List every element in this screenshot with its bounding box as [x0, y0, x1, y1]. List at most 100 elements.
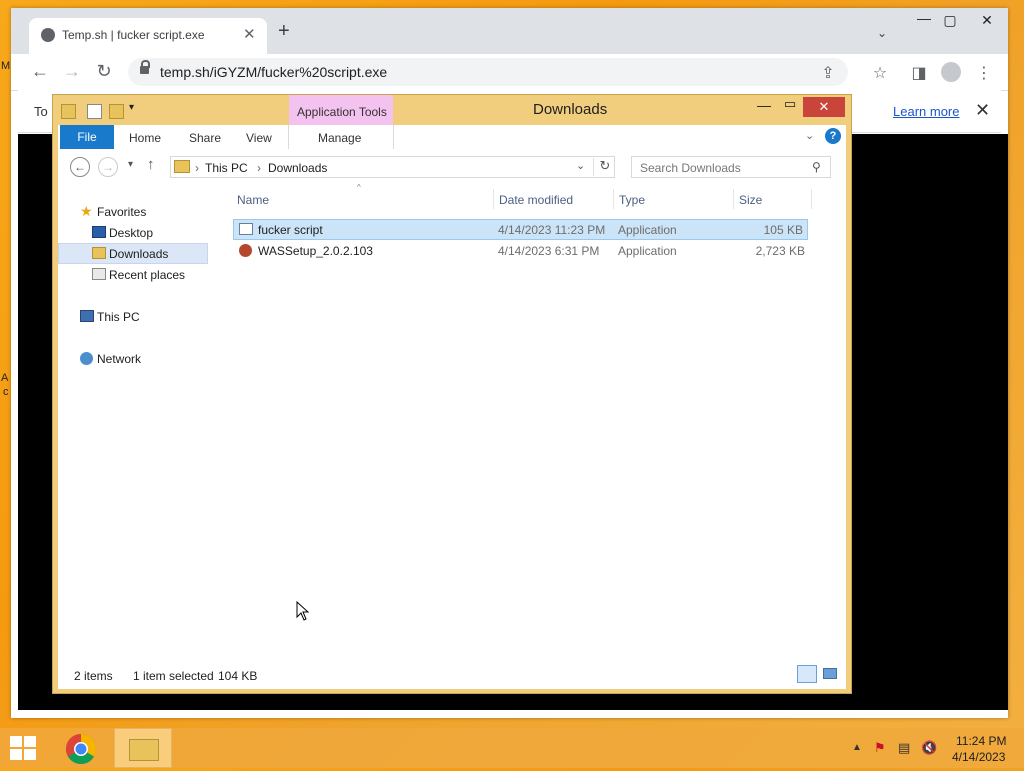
tab-strip: Temp.sh | fucker script.exe ✕ + ⌄ — ▢ ✕: [11, 8, 1008, 54]
breadcrumb-separator-icon[interactable]: ›: [257, 161, 261, 175]
file-row[interactable]: fucker script 4/14/2023 11:23 PM Applica…: [233, 219, 808, 240]
learn-more-link[interactable]: Learn more: [893, 104, 959, 119]
nav-label: Downloads: [109, 247, 169, 261]
large-icons-view-icon[interactable]: [821, 665, 839, 683]
chevron-down-icon[interactable]: ⌄: [576, 159, 585, 172]
back-icon[interactable]: ←: [70, 157, 90, 177]
maximize-button[interactable]: ▢: [935, 12, 965, 29]
close-window-button[interactable]: ✕: [803, 97, 845, 117]
quick-access-toolbar: ▾: [61, 101, 161, 121]
sort-indicator-icon: ^: [357, 183, 361, 192]
column-header-type[interactable]: Type: [619, 193, 645, 207]
clock-date[interactable]: 4/14/2023: [952, 750, 1005, 764]
lock-icon[interactable]: [140, 60, 150, 74]
reload-icon[interactable]: ↻: [93, 62, 115, 80]
details-view-icon[interactable]: [797, 665, 817, 683]
nav-label: Desktop: [109, 226, 154, 240]
help-icon[interactable]: ?: [825, 128, 841, 144]
url-text[interactable]: temp.sh/iGYZM/fucker%20script.exe: [160, 64, 387, 80]
tab-share[interactable]: Share: [189, 131, 221, 145]
nav-label: Recent places: [109, 268, 186, 282]
file-type: Application: [618, 244, 677, 258]
refresh-icon[interactable]: ↻: [593, 158, 616, 176]
tab-home[interactable]: Home: [129, 131, 161, 145]
maximize-button[interactable]: ▭: [777, 96, 803, 112]
column-divider[interactable]: [733, 189, 734, 209]
nav-network[interactable]: Network: [58, 348, 218, 369]
file-explorer-taskbar-button[interactable]: [114, 728, 172, 768]
breadcrumb-downloads[interactable]: Downloads: [268, 161, 327, 175]
globe-icon: [41, 28, 55, 42]
star-icon[interactable]: ☆: [870, 63, 890, 83]
forward-icon[interactable]: →: [61, 62, 83, 80]
window-title: Downloads: [533, 101, 608, 118]
address-bar[interactable]: temp.sh/iGYZM/fucker%20script.exe ⇪: [128, 58, 848, 86]
chrome-taskbar-button[interactable]: [58, 728, 108, 768]
folder-icon: [174, 160, 190, 173]
network-icon[interactable]: ▤: [898, 740, 910, 756]
sidebar-icon[interactable]: ◨: [909, 63, 929, 83]
nav-favorites[interactable]: ★ Favorites: [58, 201, 218, 222]
close-icon[interactable]: ✕: [243, 25, 256, 43]
close-window-button[interactable]: ✕: [969, 12, 1005, 29]
nav-desktop[interactable]: Desktop: [58, 222, 218, 243]
column-header-name[interactable]: Name: [237, 193, 269, 207]
status-selection-size: 104 KB: [218, 669, 258, 683]
new-folder-icon[interactable]: [109, 104, 124, 119]
volume-muted-icon[interactable]: 🔇: [921, 740, 937, 756]
file-list: ^ Name Date modified Type Size fucker sc…: [233, 183, 846, 657]
network-icon: [80, 352, 93, 365]
file-name: fucker script: [258, 223, 323, 237]
column-header-size[interactable]: Size: [739, 193, 762, 207]
recent-locations-icon[interactable]: ▾: [128, 159, 133, 170]
expand-ribbon-icon[interactable]: ⌄: [805, 129, 814, 142]
forward-icon[interactable]: →: [98, 157, 118, 177]
desktop-icon-label: c: [3, 386, 9, 398]
file-date: 4/14/2023 11:23 PM: [498, 223, 606, 237]
tab-manage[interactable]: Manage: [288, 125, 394, 149]
column-divider[interactable]: [613, 189, 614, 209]
clock-time[interactable]: 11:24 PM: [956, 734, 1006, 748]
tab-file[interactable]: File: [60, 125, 114, 149]
profile-icon[interactable]: [941, 62, 961, 82]
ribbon-tabs: File Home Share View Manage ⌄ ?: [58, 125, 846, 150]
column-divider[interactable]: [493, 189, 494, 209]
tab-view[interactable]: View: [246, 131, 272, 145]
desktop-icon: [92, 226, 106, 238]
file-date: 4/14/2023 6:31 PM: [498, 244, 600, 258]
file-name: WASSetup_2.0.2.103: [258, 244, 373, 258]
nav-label: Network: [97, 352, 142, 366]
nav-downloads[interactable]: Downloads: [58, 243, 208, 264]
up-icon[interactable]: ↑: [147, 156, 155, 173]
tab-search-icon[interactable]: ⌄: [877, 26, 887, 40]
column-header-date[interactable]: Date modified: [499, 193, 573, 207]
recent-places-icon: [92, 268, 106, 280]
navigation-pane: ★ Favorites Desktop Downloads Recent pla…: [58, 185, 228, 657]
nav-this-pc[interactable]: This PC: [58, 306, 218, 327]
show-hidden-icons-icon[interactable]: ▲: [852, 742, 862, 753]
new-tab-button[interactable]: +: [278, 21, 290, 41]
address-box[interactable]: › This PC › Downloads ⌄ ↻: [170, 156, 615, 178]
menu-icon[interactable]: ⋮: [974, 63, 994, 83]
desktop-icon-label: A: [1, 372, 9, 384]
back-icon[interactable]: ←: [29, 62, 51, 80]
file-row[interactable]: WASSetup_2.0.2.103 4/14/2023 6:31 PM App…: [233, 240, 808, 261]
qat-dropdown-icon[interactable]: ▾: [129, 102, 134, 113]
folder-icon[interactable]: [61, 104, 76, 119]
application-icon: [239, 223, 253, 235]
windows-start-icon[interactable]: [10, 736, 38, 762]
system-tray: ▲ ⚑ ▤ 🔇 11:24 PM 4/14/2023: [850, 728, 1024, 768]
properties-icon[interactable]: [87, 104, 102, 119]
nav-recent-places[interactable]: Recent places: [58, 264, 218, 285]
share-icon[interactable]: ⇪: [818, 63, 838, 83]
search-input[interactable]: Search Downloads ⚲: [631, 156, 831, 178]
minimize-button[interactable]: —: [751, 97, 777, 113]
action-center-icon[interactable]: ⚑: [874, 740, 886, 756]
breadcrumb-separator-icon[interactable]: ›: [195, 161, 199, 175]
close-icon[interactable]: ✕: [975, 100, 990, 121]
contextual-tab-header: Application Tools: [289, 95, 393, 125]
browser-tab[interactable]: Temp.sh | fucker script.exe ✕: [29, 18, 267, 54]
column-divider[interactable]: [811, 189, 812, 209]
breadcrumb-this-pc[interactable]: This PC: [205, 161, 248, 175]
search-icon[interactable]: ⚲: [812, 160, 821, 174]
